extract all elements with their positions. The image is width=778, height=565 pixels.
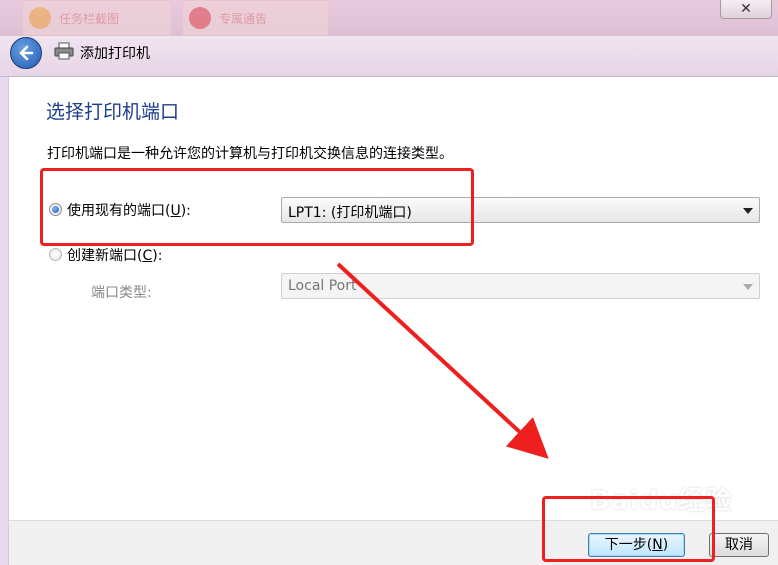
annotation-arrow <box>336 262 549 459</box>
